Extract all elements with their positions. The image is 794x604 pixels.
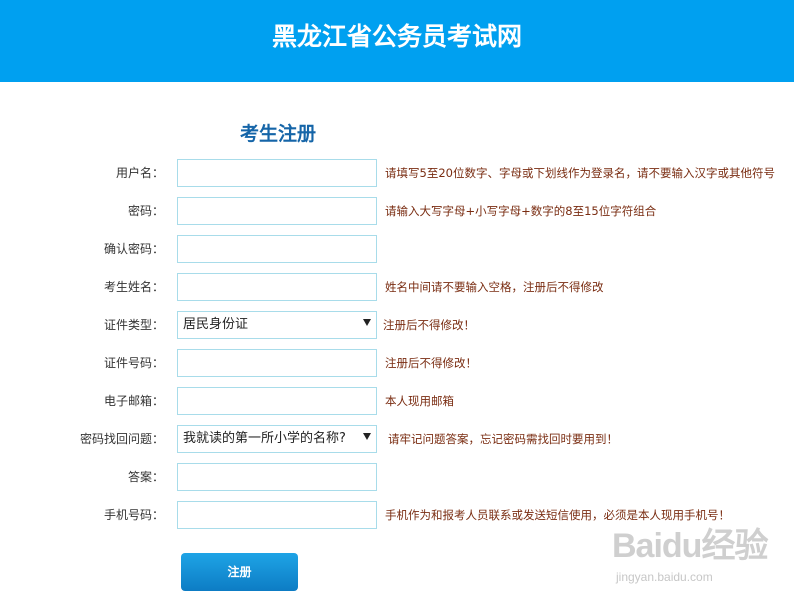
id-number-input[interactable] bbox=[177, 349, 377, 377]
username-label: 用户名： bbox=[115, 166, 164, 180]
site-title: 黑龙江省公务员考试网 bbox=[271, 22, 522, 51]
mobile-input[interactable] bbox=[177, 501, 377, 529]
chevron-down-icon bbox=[363, 433, 371, 440]
watermark-logo: Baidu经验 bbox=[612, 527, 768, 565]
id-type-select[interactable]: 居民身份证 bbox=[177, 311, 377, 339]
username-hint: 请填写5至20位数字、字母或下划线作为登录名，请不要输入汉字或其他符号 bbox=[385, 166, 775, 180]
form-row-username: 用户名： 请填写5至20位数字、字母或下划线作为登录名，请不要输入汉字或其他符号 bbox=[0, 159, 794, 187]
id-number-hint: 注册后不得修改！ bbox=[385, 356, 477, 370]
id-type-selected-value: 居民身份证 bbox=[183, 317, 249, 332]
email-input[interactable] bbox=[177, 387, 377, 415]
security-question-select[interactable]: 我就读的第一所小学的名称? bbox=[177, 425, 377, 453]
site-header: 黑龙江省公务员考试网 bbox=[0, 0, 794, 82]
real-name-hint: 姓名中间请不要输入空格，注册后不得修改 bbox=[385, 280, 604, 294]
security-question-label: 密码找回问题： bbox=[79, 432, 164, 446]
answer-label: 答案： bbox=[127, 470, 164, 484]
security-question-selected-value: 我就读的第一所小学的名称? bbox=[183, 431, 346, 446]
email-hint: 本人现用邮箱 bbox=[385, 394, 454, 408]
username-input[interactable] bbox=[177, 159, 377, 187]
form-row-password: 密码： 请输入大写字母+小写字母+数字的8至15位字符组合 bbox=[0, 197, 794, 225]
id-number-label: 证件号码： bbox=[103, 356, 164, 370]
chevron-down-icon bbox=[363, 319, 371, 326]
form-row-confirm-password: 确认密码： bbox=[0, 235, 794, 263]
form-row-id-number: 证件号码： 注册后不得修改！ bbox=[0, 349, 794, 377]
id-type-label: 证件类型： bbox=[103, 318, 164, 332]
password-input[interactable] bbox=[177, 197, 377, 225]
email-label: 电子邮箱： bbox=[103, 394, 164, 408]
mobile-label: 手机号码： bbox=[103, 508, 164, 522]
form-row-real-name: 考生姓名： 姓名中间请不要输入空格，注册后不得修改 bbox=[0, 273, 794, 301]
password-hint: 请输入大写字母+小写字母+数字的8至15位字符组合 bbox=[385, 204, 657, 218]
real-name-label: 考生姓名： bbox=[103, 280, 164, 294]
real-name-input[interactable] bbox=[177, 273, 377, 301]
registration-page: 黑龙江省公务员考试网 考生注册 用户名： 请填写5至20位数字、字母或下划线作为… bbox=[0, 0, 794, 604]
id-type-hint: 注册后不得修改！ bbox=[383, 318, 475, 332]
mobile-hint: 手机作为和报考人员联系或发送短信使用，必须是本人现用手机号！ bbox=[385, 508, 730, 522]
confirm-password-label: 确认密码： bbox=[103, 242, 164, 256]
answer-input[interactable] bbox=[177, 463, 377, 491]
confirm-password-input[interactable] bbox=[177, 235, 377, 263]
watermark-url: jingyan.baidu.com bbox=[616, 570, 713, 584]
form-row-email: 电子邮箱： 本人现用邮箱 bbox=[0, 387, 794, 415]
form-title: 考生注册 bbox=[239, 123, 316, 145]
form-row-answer: 答案： bbox=[0, 463, 794, 491]
form-row-mobile: 手机号码： 手机作为和报考人员联系或发送短信使用，必须是本人现用手机号！ bbox=[0, 501, 794, 529]
security-question-hint: 请牢记问题答案，忘记密码需找回时要用到！ bbox=[388, 432, 618, 446]
form-row-id-type: 证件类型： 居民身份证 注册后不得修改！ bbox=[0, 311, 794, 339]
password-label: 密码： bbox=[127, 204, 164, 218]
form-row-security-question: 密码找回问题： 我就读的第一所小学的名称? 请牢记问题答案，忘记密码需找回时要用… bbox=[0, 425, 794, 453]
register-button[interactable]: 注册 bbox=[181, 553, 298, 591]
baidu-jingyan-watermark: Baidu经验 jingyan.baidu.com bbox=[612, 528, 787, 590]
